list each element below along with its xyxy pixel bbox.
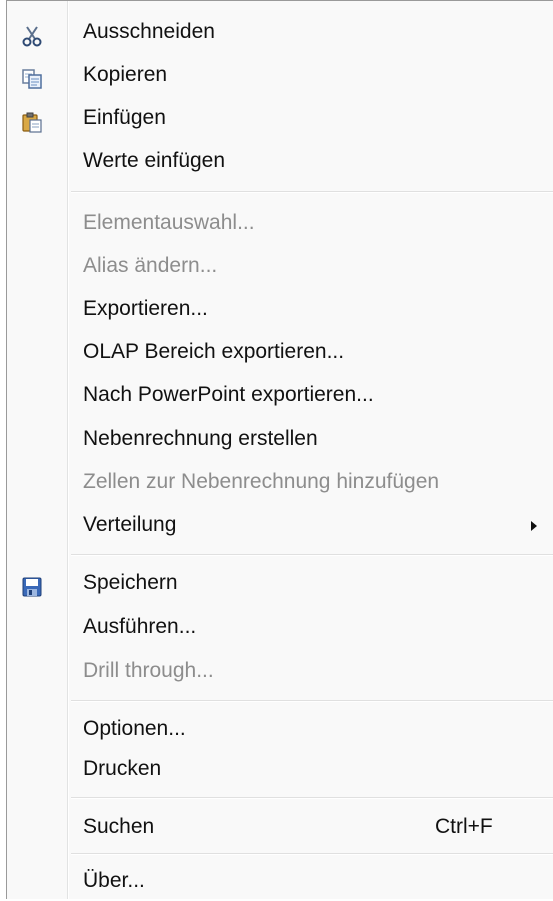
menu-separator bbox=[71, 797, 553, 799]
menu-item-label: Verteilung bbox=[83, 513, 177, 536]
menu-item-label: Nebenrechnung erstellen bbox=[83, 427, 318, 450]
menu-item-save[interactable]: Speichern bbox=[7, 563, 553, 603]
menu-separator bbox=[71, 700, 553, 702]
menu-item-cut[interactable]: Ausschneiden bbox=[7, 12, 553, 52]
menu-item-label: Drucken bbox=[83, 757, 162, 780]
menu-item-element-selection: Elementauswahl... bbox=[7, 203, 553, 243]
menu-item-label: Elementauswahl... bbox=[83, 211, 255, 234]
menu-item-distribution[interactable]: Verteilung bbox=[7, 505, 553, 545]
context-menu: Ausschneiden Kopieren Einfügen Werte ein… bbox=[6, 0, 553, 899]
menu-item-drill-through: Drill through... bbox=[7, 651, 553, 691]
menu-item-label: Einfügen bbox=[83, 106, 166, 129]
menu-item-add-cells-to-side-calculation: Zellen zur Nebenrechnung hinzufügen bbox=[7, 462, 553, 502]
menu-item-label: Drill through... bbox=[83, 659, 214, 682]
scissors-icon bbox=[21, 21, 43, 47]
menu-item-export[interactable]: Exportieren... bbox=[7, 289, 553, 329]
menu-separator bbox=[71, 853, 553, 855]
paste-icon bbox=[21, 107, 43, 133]
menu-item-about[interactable]: Über... bbox=[7, 861, 553, 901]
menu-item-label: Speichern bbox=[83, 571, 178, 594]
menu-item-options[interactable]: Optionen... bbox=[7, 709, 553, 749]
menu-item-shortcut: Ctrl+F bbox=[435, 815, 493, 838]
submenu-arrow-icon bbox=[531, 521, 537, 531]
menu-item-execute[interactable]: Ausführen... bbox=[7, 607, 553, 647]
menu-item-label: Suchen bbox=[83, 815, 155, 838]
menu-separator bbox=[71, 554, 553, 556]
menu-item-export-olap-range[interactable]: OLAP Bereich exportieren... bbox=[7, 332, 553, 372]
menu-item-paste-values[interactable]: Werte einfügen bbox=[7, 141, 553, 181]
menu-item-label: Ausführen... bbox=[83, 615, 197, 638]
menu-item-export-powerpoint[interactable]: Nach PowerPoint exportieren... bbox=[7, 375, 553, 415]
menu-item-label: Ausschneiden bbox=[83, 20, 215, 43]
copy-icon bbox=[21, 64, 43, 89]
menu-item-label: Optionen... bbox=[83, 717, 186, 740]
menu-item-label: Werte einfügen bbox=[83, 149, 226, 172]
menu-item-create-side-calculation[interactable]: Nebenrechnung erstellen bbox=[7, 419, 553, 459]
menu-item-label: Nach PowerPoint exportieren... bbox=[83, 383, 374, 406]
menu-item-label: OLAP Bereich exportieren... bbox=[83, 340, 345, 363]
menu-item-label: Über... bbox=[83, 869, 145, 892]
menu-item-label: Kopieren bbox=[83, 63, 168, 86]
menu-item-label: Alias ändern... bbox=[83, 254, 218, 277]
menu-item-label: Zellen zur Nebenrechnung hinzufügen bbox=[83, 470, 440, 493]
menu-item-change-alias: Alias ändern... bbox=[7, 246, 553, 286]
menu-item-print[interactable]: Drucken bbox=[7, 749, 553, 789]
menu-item-copy[interactable]: Kopieren bbox=[7, 55, 553, 95]
menu-item-search[interactable]: Suchen Ctrl+F bbox=[7, 807, 553, 847]
save-icon bbox=[21, 572, 43, 597]
menu-item-label: Exportieren... bbox=[83, 297, 208, 320]
menu-item-paste[interactable]: Einfügen bbox=[7, 98, 553, 138]
menu-separator bbox=[71, 191, 553, 193]
